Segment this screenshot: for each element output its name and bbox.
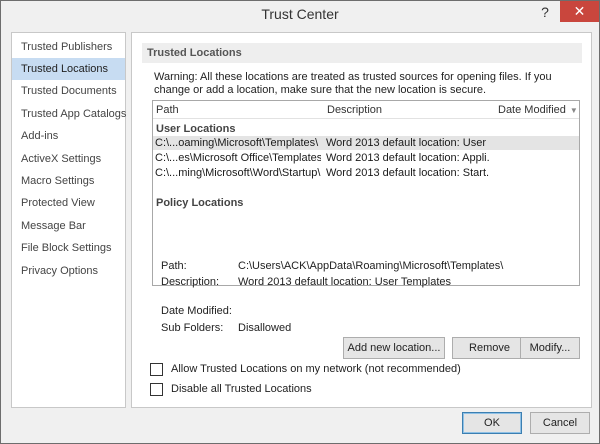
sidebar-item-file-block-settings[interactable]: File Block Settings — [12, 237, 125, 259]
allow-network-label: Allow Trusted Locations on my network (n… — [171, 363, 461, 375]
sidebar-item-macro-settings[interactable]: Macro Settings — [12, 170, 125, 192]
sidebar: Trusted Publishers Trusted Locations Tru… — [11, 32, 126, 408]
remove-button[interactable]: Remove — [452, 337, 527, 359]
table-row[interactable]: C:\...ming\Microsoft\Word\Startup\ Word … — [153, 166, 579, 180]
detail-description-label: Description: — [161, 276, 220, 288]
disable-all-option[interactable]: Disable all Trusted Locations — [150, 381, 312, 397]
allow-network-checkbox[interactable] — [150, 362, 163, 376]
cancel-button[interactable]: Cancel — [530, 412, 590, 434]
column-header-description[interactable]: Description — [327, 101, 487, 119]
disable-all-checkbox[interactable] — [150, 382, 163, 396]
table-row[interactable]: C:\...oaming\Microsoft\Templates\ Word 2… — [153, 136, 579, 150]
detail-path-value: C:\Users\ACK\AppData\Roaming\Microsoft\T… — [238, 260, 504, 272]
sidebar-item-trusted-locations[interactable]: Trusted Locations — [12, 58, 125, 80]
sidebar-item-add-ins[interactable]: Add-ins — [12, 125, 125, 147]
trust-center-dialog: Trust Center ? ✕ Trusted Publishers Trus… — [0, 0, 600, 444]
main-panel: Trusted Locations Warning: All these loc… — [131, 32, 592, 408]
group-header-user-locations: User Locations — [156, 123, 236, 135]
row-description: Word 2013 default location: Appli... — [326, 152, 490, 164]
sidebar-item-message-bar[interactable]: Message Bar — [12, 215, 125, 237]
ok-button[interactable]: OK — [462, 412, 522, 434]
section-title: Trusted Locations — [142, 43, 582, 63]
row-path: C:\...oaming\Microsoft\Templates\ — [155, 137, 319, 149]
detail-date-label: Date Modified: — [161, 305, 232, 317]
sort-down-icon: ▼ — [569, 106, 578, 115]
sidebar-item-activex-settings[interactable]: ActiveX Settings — [12, 148, 125, 170]
sidebar-item-trusted-app-catalogs[interactable]: Trusted App Catalogs — [12, 103, 126, 125]
sidebar-item-trusted-publishers[interactable]: Trusted Publishers — [12, 36, 125, 58]
row-path: C:\...ming\Microsoft\Word\Startup\ — [155, 167, 321, 179]
table-header: Path Description Date Modified ▼ — [153, 101, 579, 119]
column-header-date-modified[interactable]: Date Modified ▼ — [498, 101, 578, 119]
modify-button[interactable]: Modify... — [520, 337, 580, 359]
column-header-date-label: Date Modified — [498, 104, 566, 116]
detail-subfolders-label: Sub Folders: — [161, 322, 224, 334]
title-bar: Trust Center ? ✕ — [1, 1, 599, 29]
detail-path-label: Path: — [161, 260, 187, 272]
close-button[interactable]: ✕ — [560, 1, 599, 22]
add-new-location-button[interactable]: Add new location... — [343, 337, 445, 359]
warning-text: Warning: All these locations are treated… — [154, 71, 552, 96]
group-header-policy-locations: Policy Locations — [156, 197, 244, 209]
row-description: Word 2013 default location: User ... — [326, 137, 490, 149]
detail-description-value: Word 2013 default location: User Templat… — [238, 276, 451, 288]
sidebar-item-trusted-documents[interactable]: Trusted Documents — [12, 80, 125, 102]
allow-network-option[interactable]: Allow Trusted Locations on my network (n… — [150, 361, 461, 377]
table-row[interactable]: C:\...es\Microsoft Office\Templates\ Wor… — [153, 151, 579, 165]
help-icon: ? — [541, 3, 549, 20]
window-title: Trust Center — [261, 6, 339, 22]
sidebar-item-protected-view[interactable]: Protected View — [12, 192, 125, 214]
column-header-path[interactable]: Path — [156, 101, 321, 119]
disable-all-label: Disable all Trusted Locations — [171, 383, 312, 395]
row-description: Word 2013 default location: Start... — [326, 167, 490, 179]
row-path: C:\...es\Microsoft Office\Templates\ — [155, 152, 321, 164]
sidebar-item-privacy-options[interactable]: Privacy Options — [12, 260, 125, 282]
help-button[interactable]: ? — [533, 1, 557, 22]
detail-subfolders-value: Disallowed — [238, 322, 292, 334]
close-icon: ✕ — [573, 3, 586, 19]
